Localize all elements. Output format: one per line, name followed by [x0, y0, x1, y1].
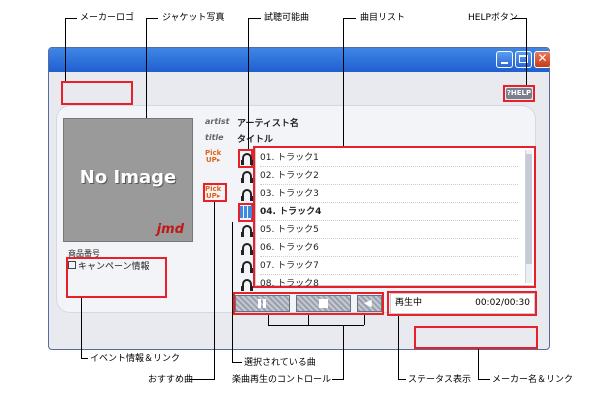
pickup-badge: Pick UP▸	[205, 149, 222, 164]
track-row[interactable]: 05. トラック5	[260, 221, 518, 239]
annotation-recommended-track: おすすめ曲	[148, 375, 194, 385]
annotation-track-list: 曲目リスト	[360, 13, 406, 23]
track-row[interactable]: 01. トラック1	[260, 149, 518, 167]
title-name: タイトル	[237, 135, 274, 145]
annotation-jacket-photo: ジャケット写真	[162, 13, 225, 23]
artist-name: アーティスト名	[237, 119, 299, 129]
track-row[interactable]: 06. トラック6	[260, 239, 518, 257]
annotation-help-button: HELPボタン	[468, 13, 518, 23]
track-row[interactable]: 02. トラック2	[260, 167, 518, 185]
jacket-image: No Image jmd	[63, 118, 193, 242]
headphones-icon[interactable]	[241, 171, 252, 183]
headphones-icon[interactable]	[241, 261, 252, 273]
maximize-button[interactable]	[515, 51, 532, 68]
close-button[interactable]: ✕	[534, 51, 551, 68]
annotation-event-info: イベント情報＆リンク	[90, 354, 181, 364]
help-button-box	[503, 85, 535, 102]
recommended-box	[203, 183, 227, 202]
title-label: title	[205, 133, 224, 142]
headphones-icon[interactable]	[241, 189, 252, 201]
equalizer-icon[interactable]	[240, 206, 252, 218]
headphones-icon[interactable]	[241, 153, 252, 165]
maker-logo-box	[61, 81, 133, 105]
annotation-preview-track: 試聴可能曲	[264, 13, 310, 23]
minimize-button[interactable]	[496, 51, 513, 68]
no-image-text: No Image	[79, 167, 177, 188]
controls-box	[233, 292, 384, 315]
artist-label: artist	[205, 117, 230, 126]
track-row[interactable]: 08. トラック8	[260, 275, 518, 293]
title-bar[interactable]: ✕	[49, 48, 551, 72]
annotation-status-display: ステータス表示	[408, 375, 472, 385]
track-row[interactable]: 07. トラック7	[260, 257, 518, 275]
headphones-icon[interactable]	[241, 279, 252, 291]
annotation-selected-track: 選択されている曲	[244, 358, 316, 368]
annotation-maker-link: メーカー名＆リンク	[492, 375, 574, 385]
status-box	[387, 291, 537, 316]
headphones-icon[interactable]	[241, 225, 252, 237]
headphones-icon[interactable]	[241, 243, 252, 255]
track-row[interactable]: 03. トラック3	[260, 185, 518, 203]
annotation-playback-control: 楽曲再生のコントロール	[232, 375, 332, 385]
campaign-box	[66, 257, 167, 298]
track-row[interactable]: 04. トラック4	[260, 203, 518, 221]
annotation-maker-logo: メーカーロゴ	[80, 13, 135, 23]
maker-link-box	[414, 326, 538, 349]
jmd-logo: jmd	[156, 222, 184, 237]
